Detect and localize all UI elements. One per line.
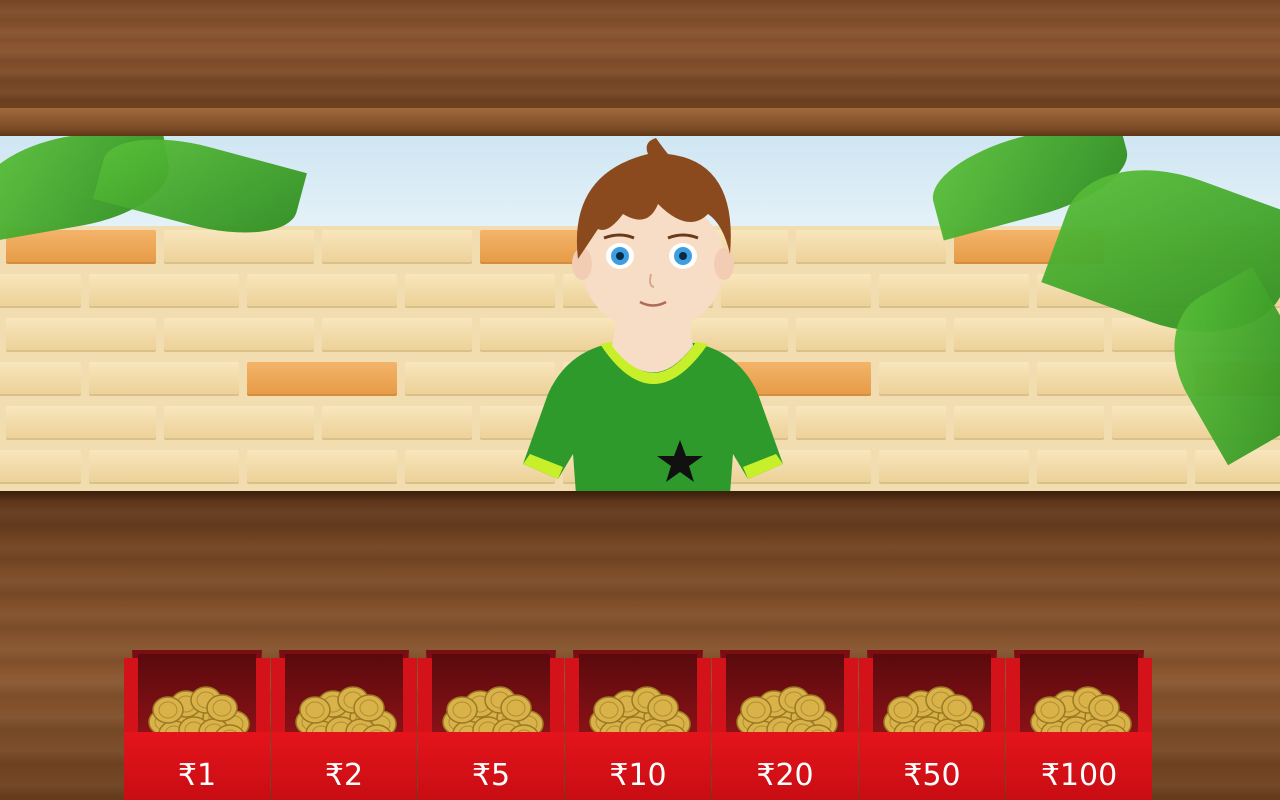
wall-brick (879, 362, 1029, 396)
box-side (991, 658, 1005, 738)
box-side (550, 658, 564, 738)
wall-brick (322, 230, 472, 264)
wall-brick (247, 274, 397, 308)
wall-brick (954, 318, 1104, 352)
wall-brick (89, 274, 239, 308)
wall-brick (6, 318, 156, 352)
wall-brick (796, 318, 946, 352)
wall-brick (954, 406, 1104, 440)
coin-box-label: ₹2 (324, 758, 364, 793)
coin-box[interactable]: ₹1 (124, 650, 270, 800)
wall-brick (247, 450, 397, 484)
wall-brick (1037, 362, 1187, 396)
box-side (124, 658, 138, 738)
coin-box[interactable]: ₹2 (271, 650, 417, 800)
coin-box-label: ₹10 (609, 758, 667, 793)
wall-brick (89, 362, 239, 396)
coin-box-row: ₹1 ₹2 ₹5 ₹10 ₹20 ₹50 ₹100 (124, 650, 1154, 800)
wall-brick (322, 406, 472, 440)
top-wood-board (0, 0, 1280, 108)
wall-brick (0, 274, 81, 308)
box-side (565, 658, 579, 738)
box-side (697, 658, 711, 738)
coin-box[interactable]: ₹100 (1006, 650, 1152, 800)
coin-box-label: ₹100 (1040, 758, 1118, 793)
coin-box[interactable]: ₹50 (859, 650, 1005, 800)
coin-box[interactable]: ₹5 (418, 650, 564, 800)
box-side (418, 658, 432, 738)
box-side (712, 658, 726, 738)
wall-brick (164, 406, 314, 440)
box-side (859, 658, 873, 738)
box-side (271, 658, 285, 738)
wall-brick (0, 450, 81, 484)
coin-box-label: ₹5 (471, 758, 511, 793)
wall-brick (796, 406, 946, 440)
coin-box[interactable]: ₹10 (565, 650, 711, 800)
box-side (256, 658, 270, 738)
box-side (1006, 658, 1020, 738)
box-side (1138, 658, 1152, 738)
top-wood-beam (0, 108, 1280, 136)
boy-character (523, 138, 783, 494)
coin-box-label: ₹20 (756, 758, 814, 793)
wall-brick (879, 450, 1029, 484)
wall-brick (6, 230, 156, 264)
wall-brick (0, 362, 81, 396)
wall-brick (247, 362, 397, 396)
wall-brick (879, 274, 1029, 308)
wall-brick (1037, 450, 1187, 484)
wall-brick (322, 318, 472, 352)
wall-brick (89, 450, 239, 484)
wall-brick (164, 318, 314, 352)
coin-box-label: ₹50 (903, 758, 961, 793)
coin-box[interactable]: ₹20 (712, 650, 858, 800)
counter-edge (0, 491, 1280, 501)
wall-brick (796, 230, 946, 264)
wall-brick (6, 406, 156, 440)
box-side (844, 658, 858, 738)
box-side (403, 658, 417, 738)
coin-box-label: ₹1 (177, 758, 217, 793)
wall-brick (164, 230, 314, 264)
